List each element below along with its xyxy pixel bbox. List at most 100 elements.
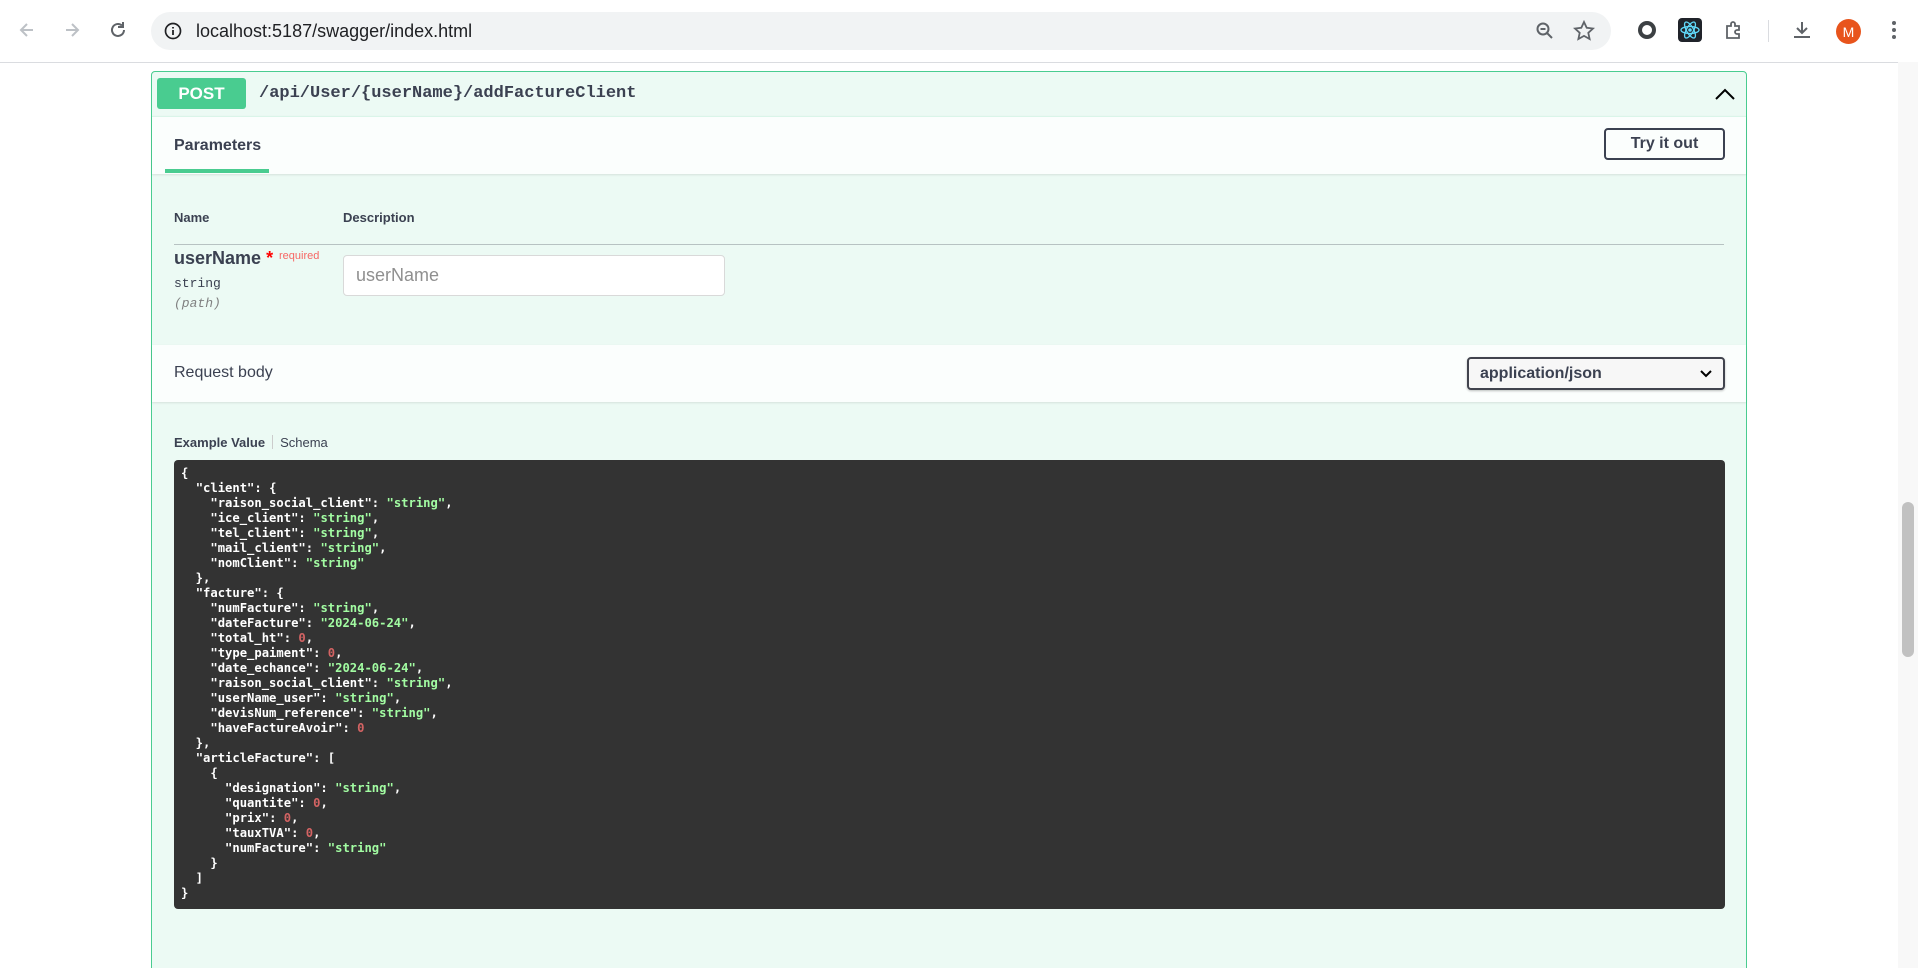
code-line: "quantite": 0, — [181, 796, 1718, 811]
code-line: "designation": "string", — [181, 781, 1718, 796]
code-line: } — [181, 856, 1718, 871]
code-token: { — [181, 766, 218, 780]
code-token: : — [371, 676, 387, 690]
code-token: "quantite" — [225, 796, 299, 810]
code-line: "raison_social_client": "string", — [181, 676, 1718, 691]
method-badge: POST — [157, 78, 246, 109]
code-token: "ice_client" — [210, 511, 299, 525]
code-token: "articleFacture" — [195, 751, 314, 765]
chevron-up-icon[interactable] — [1712, 82, 1738, 106]
code-token: : — [291, 556, 306, 570]
code-token: "dateFacture" — [210, 616, 306, 630]
code-token: : — [305, 616, 321, 630]
browser-menu-icon[interactable] — [1880, 16, 1908, 44]
code-token: : — [371, 496, 387, 510]
code-token: : — [320, 691, 336, 705]
code-token: : — [313, 841, 328, 855]
code-token: : — [313, 646, 328, 660]
code-token: , — [305, 631, 314, 645]
code-token: "string" — [313, 526, 372, 540]
code-token: "client" — [195, 481, 255, 495]
code-token: "userName_user" — [210, 691, 321, 705]
code-token: "2024-06-24" — [327, 661, 416, 675]
code-line: "client": { — [181, 481, 1718, 496]
browser-toolbar: localhost:5187/swagger/index.html M — [0, 0, 1918, 63]
code-token: : — [298, 796, 314, 810]
code-token: "tauxTVA" — [225, 826, 292, 840]
code-line: "total_ht": 0, — [181, 631, 1718, 646]
code-token: , — [291, 811, 299, 825]
code-token: 0 — [298, 631, 306, 645]
code-token: : — [298, 601, 314, 615]
code-token: "string" — [371, 706, 431, 720]
extensions-puzzle-icon[interactable] — [1720, 16, 1748, 44]
code-line: "devisNum_reference": "string", — [181, 706, 1718, 721]
reload-icon[interactable] — [103, 15, 133, 45]
extension-dark-icon[interactable] — [1633, 16, 1661, 44]
code-token: , — [313, 826, 321, 840]
required-star: * — [266, 248, 274, 268]
tab-example-value[interactable]: Example Value — [174, 435, 265, 450]
required-label: required — [279, 250, 320, 262]
code-token: "nomClient" — [210, 556, 292, 570]
example-value-code[interactable]: { "client": { "raison_social_client": "s… — [174, 460, 1725, 909]
address-bar[interactable]: localhost:5187/swagger/index.html — [151, 12, 1611, 50]
code-token: , — [393, 781, 402, 795]
content-type-select[interactable]: application/json — [1467, 357, 1725, 390]
zoom-icon[interactable] — [1535, 21, 1555, 41]
operation-block: POST /api/User/{userName}/addFactureClie… — [151, 71, 1747, 968]
page-viewport: POST /api/User/{userName}/addFactureClie… — [0, 62, 1898, 968]
parameters-table-header: Name Description — [174, 210, 1724, 245]
code-token: : — [342, 721, 358, 735]
content-type-value: application/json — [1480, 365, 1602, 382]
operation-summary[interactable]: POST /api/User/{userName}/addFactureClie… — [152, 72, 1746, 117]
downloads-icon[interactable] — [1788, 16, 1816, 44]
code-line: "tauxTVA": 0, — [181, 826, 1718, 841]
code-token: : — [298, 511, 314, 525]
profile-avatar[interactable]: M — [1836, 19, 1861, 44]
code-token: , — [335, 646, 343, 660]
back-icon[interactable] — [12, 15, 42, 45]
page-scrollbar[interactable] — [1898, 62, 1918, 968]
code-token: "haveFactureAvoir" — [210, 721, 343, 735]
code-token: "string" — [313, 511, 372, 525]
column-name: Name — [174, 210, 210, 225]
code-token: }, — [181, 736, 211, 750]
try-it-out-button[interactable]: Try it out — [1604, 128, 1725, 160]
bookmark-star-icon[interactable] — [1573, 20, 1595, 42]
url-text[interactable]: localhost:5187/swagger/index.html — [196, 21, 472, 42]
model-tabs: Example Value Schema — [174, 435, 328, 450]
scrollbar-thumb[interactable] — [1902, 502, 1914, 657]
code-line: "dateFacture": "2024-06-24", — [181, 616, 1718, 631]
react-devtools-icon[interactable] — [1676, 16, 1704, 44]
username-input[interactable] — [343, 255, 725, 296]
code-token: : — [298, 526, 314, 540]
endpoint-path: /api/User/{userName}/addFactureClient — [259, 84, 637, 103]
code-token: : { — [254, 481, 277, 495]
chevron-down-icon — [1700, 370, 1712, 378]
code-line: "mail_client": "string", — [181, 541, 1718, 556]
code-token: , — [445, 676, 453, 690]
code-token: "tel_client" — [210, 526, 299, 540]
param-name: userName * — [174, 248, 274, 268]
request-body-title: Request body — [174, 364, 273, 381]
request-body-header: Request body application/json — [152, 345, 1746, 402]
site-info-icon[interactable] — [163, 21, 183, 41]
tab-parameters[interactable]: Parameters — [174, 137, 261, 155]
tab-schema[interactable]: Schema — [280, 435, 328, 450]
forward-icon[interactable] — [57, 15, 87, 45]
code-token: 0 — [305, 826, 314, 840]
code-token: : { — [261, 586, 284, 600]
code-token: } — [181, 886, 189, 900]
code-token: "numFacture" — [225, 841, 314, 855]
